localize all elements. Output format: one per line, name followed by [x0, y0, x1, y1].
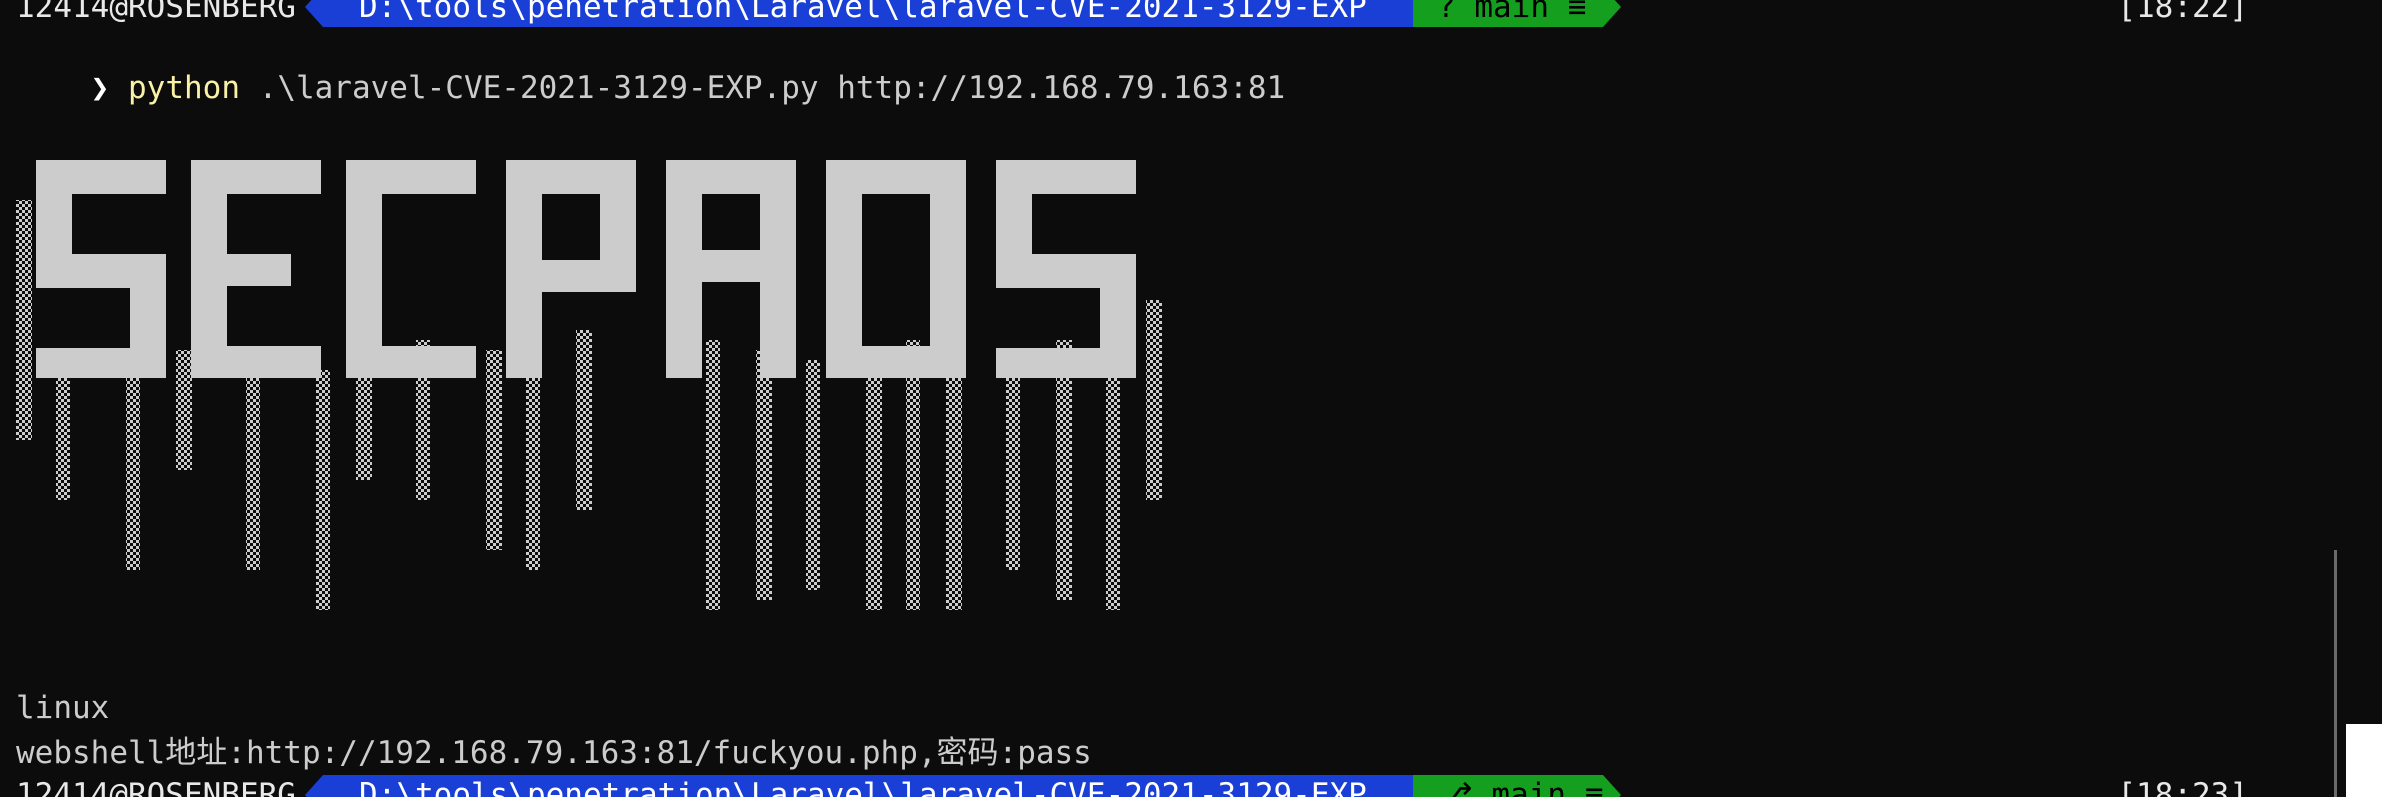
- scrollbar-track[interactable]: [2336, 0, 2382, 797]
- prompt-user: 12414@ROSENBERG: [16, 777, 296, 797]
- command-line[interactable]: ❯ python .\laravel-CVE-2021-3129-EXP.py …: [16, 28, 1286, 106]
- ascii-banner-logo: [16, 160, 1162, 610]
- prompt-git-segment: ? main ≡: [1413, 0, 1603, 27]
- powerline-separator: [1603, 0, 1621, 27]
- git-branch: main ≡: [1491, 777, 1604, 797]
- git-status-icon: ?: [1437, 0, 1456, 25]
- powerline-separator: [1603, 775, 1621, 797]
- output-line-webshell: webshell地址:http://192.168.79.163:81/fuck…: [16, 735, 1092, 771]
- prompt-time: [18:22]: [2117, 0, 2248, 25]
- command-args: .\laravel-CVE-2021-3129-EXP.py http://19…: [258, 70, 1286, 106]
- scrollbar-thumb[interactable]: [2334, 550, 2337, 797]
- git-branch-icon: ⎇: [1437, 777, 1473, 797]
- prompt-path: D:\tools\penetration\Laravel\laravel-CVE…: [323, 0, 1413, 27]
- output-line-os: linux: [16, 690, 110, 726]
- powerline-separator: [305, 775, 323, 797]
- prompt-bar-top: 12414@ROSENBERG D:\tools\penetration\Lar…: [0, 0, 2336, 27]
- window-edge: [2346, 724, 2382, 797]
- prompt-user: 12414@ROSENBERG: [16, 0, 296, 25]
- git-branch: main ≡: [1474, 0, 1587, 25]
- powerline-separator: [305, 0, 323, 27]
- command-program: python: [128, 70, 240, 106]
- prompt-time: [18:23]: [2117, 777, 2248, 797]
- terminal-window[interactable]: 12414@ROSENBERG D:\tools\penetration\Lar…: [0, 0, 2336, 797]
- prompt-git-segment: ⎇ main ≡: [1413, 775, 1603, 797]
- prompt-path: D:\tools\penetration\Laravel\laravel-CVE…: [323, 775, 1413, 797]
- prompt-bar-bottom: 12414@ROSENBERG D:\tools\penetration\Lar…: [0, 775, 2336, 797]
- prompt-chevron-icon: ❯: [90, 70, 110, 106]
